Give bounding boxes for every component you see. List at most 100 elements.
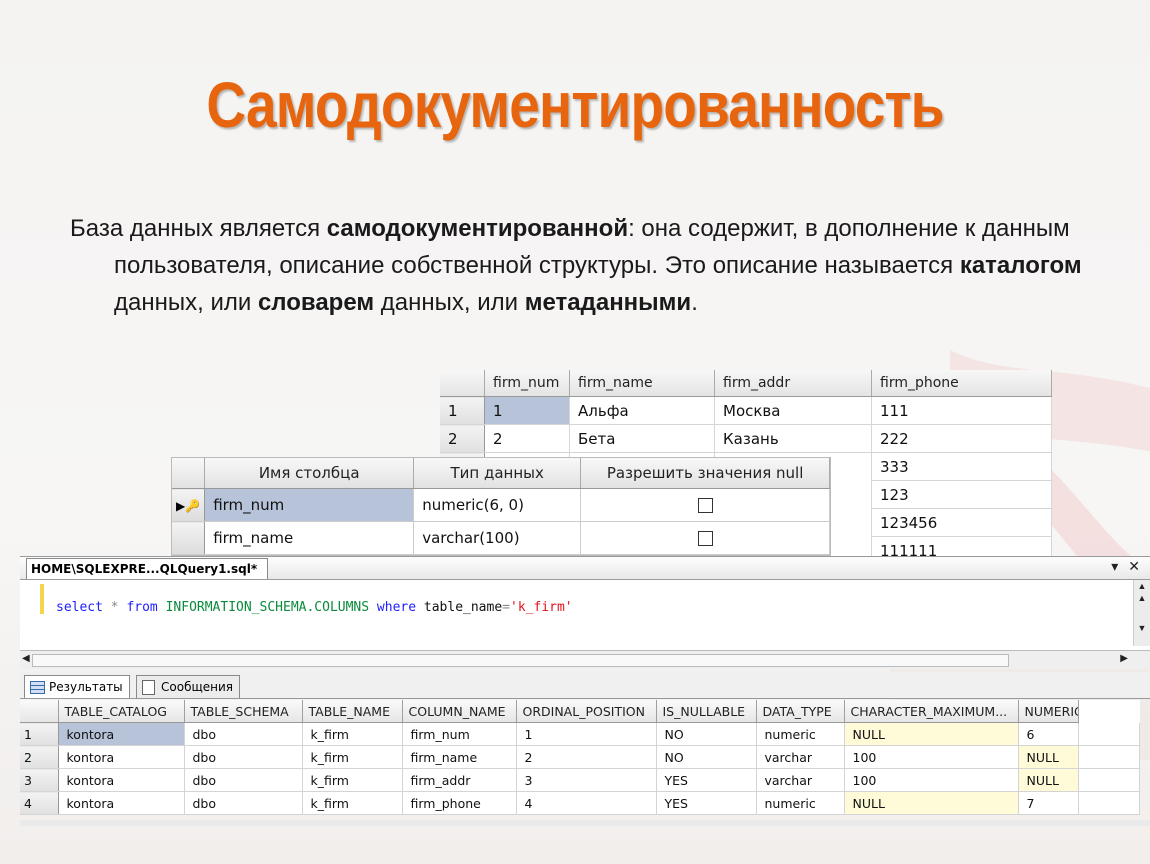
scroll-track[interactable] bbox=[1134, 604, 1150, 622]
grid-cell[interactable]: dbo bbox=[184, 791, 303, 815]
column-header[interactable]: Разрешить значения null bbox=[580, 458, 830, 489]
grid-cell[interactable]: YES bbox=[656, 791, 757, 815]
grid-cell[interactable]: NULL bbox=[844, 791, 1019, 815]
grid-cell[interactable]: 6 bbox=[1018, 722, 1080, 746]
grid-cell[interactable]: NO bbox=[656, 745, 757, 769]
grid-cell[interactable]: dbo bbox=[184, 745, 303, 769]
column-header[interactable]: CHARACTER_MAXIMUM... bbox=[844, 700, 1019, 723]
grid-cell[interactable]: firm_name bbox=[402, 745, 517, 769]
grid-cell[interactable]: 123 bbox=[871, 480, 1052, 509]
grid-cell[interactable]: 1 bbox=[484, 396, 570, 425]
grid-cell[interactable]: 100 bbox=[844, 768, 1019, 792]
designer-row[interactable]: ▶🔑 firm_num numeric(6, 0) bbox=[172, 488, 830, 522]
grid-cell[interactable]: k_firm bbox=[302, 791, 403, 815]
table-row[interactable]: 4 kontora dbo k_firm firm_phone 4 YES numeric NU… bbox=[20, 791, 1140, 815]
grid-cell[interactable]: NULL bbox=[1018, 768, 1080, 792]
allow-null-checkbox[interactable] bbox=[697, 531, 713, 546]
grid-cell[interactable]: Москва bbox=[714, 396, 872, 425]
column-name-cell[interactable]: firm_num bbox=[204, 488, 415, 522]
column-header[interactable]: Тип данных bbox=[413, 458, 582, 489]
grid-cell[interactable]: dbo bbox=[184, 722, 303, 746]
grid-cell[interactable]: Казань bbox=[714, 424, 872, 453]
grid-cell[interactable]: varchar bbox=[756, 768, 845, 792]
grid-cell[interactable]: 222 bbox=[871, 424, 1052, 453]
row-header[interactable]: 1 bbox=[440, 396, 485, 425]
column-header[interactable]: ORDINAL_POSITION bbox=[516, 700, 657, 723]
grid-cell[interactable]: firm_addr bbox=[402, 768, 517, 792]
code-area[interactable]: select * from INFORMATION_SCHEMA.COLUMNS… bbox=[20, 580, 1134, 646]
row-selector[interactable]: ▶🔑 bbox=[172, 488, 206, 522]
tab-results[interactable]: Результаты bbox=[24, 675, 130, 698]
data-type-cell[interactable]: varchar(100) bbox=[413, 521, 582, 555]
grid-cell[interactable]: 3 bbox=[516, 768, 657, 792]
table-row[interactable]: 2 kontora dbo k_firm firm_name 2 NO varchar 100 N… bbox=[20, 745, 1140, 769]
grid-cell[interactable]: 2 bbox=[484, 424, 570, 453]
column-header[interactable]: TABLE_CATALOG bbox=[58, 700, 185, 723]
grid-cell[interactable]: firm_num bbox=[402, 722, 517, 746]
column-header[interactable]: IS_NULLABLE bbox=[656, 700, 757, 723]
scroll-up-icon[interactable]: ▲ bbox=[1134, 592, 1150, 604]
scroll-right-icon[interactable]: ▶ bbox=[1120, 653, 1128, 664]
grid-cell[interactable]: varchar bbox=[756, 745, 845, 769]
vertical-scrollbar[interactable]: ▲ ▲ ▼ bbox=[1133, 580, 1150, 646]
column-header[interactable]: TABLE_SCHEMA bbox=[184, 700, 303, 723]
grid-cell[interactable]: numeric bbox=[756, 791, 845, 815]
grid-cell[interactable]: kontora bbox=[58, 791, 185, 815]
grid-cell[interactable]: 1 bbox=[516, 722, 657, 746]
row-header[interactable]: 4 bbox=[20, 791, 59, 815]
grid-cell[interactable]: 7 bbox=[1018, 791, 1080, 815]
scroll-down-icon[interactable]: ▼ bbox=[1134, 622, 1150, 634]
editor-tab[interactable]: HOME\SQLEXPRE...QLQuery1.sql* bbox=[26, 558, 269, 579]
sql-query-line[interactable]: select * from INFORMATION_SCHEMA.COLUMNS… bbox=[56, 600, 573, 615]
grid-cell[interactable]: firm_phone bbox=[402, 791, 517, 815]
grid-cell[interactable]: numeric bbox=[756, 722, 845, 746]
column-header[interactable]: firm_name bbox=[569, 370, 715, 397]
grid-cell[interactable]: 123456 bbox=[871, 508, 1052, 537]
row-header[interactable]: 1 bbox=[20, 722, 59, 746]
row-header[interactable]: 2 bbox=[440, 424, 485, 453]
grid-cell[interactable]: kontora bbox=[58, 768, 185, 792]
column-header[interactable]: DATA_TYPE bbox=[756, 700, 845, 723]
table-row[interactable]: 1 1 Альфа Москва 111 bbox=[440, 396, 1052, 425]
grid-cell[interactable]: 100 bbox=[844, 745, 1019, 769]
column-header[interactable]: COLUMN_NAME bbox=[402, 700, 517, 723]
scroll-left-icon[interactable]: ◀ bbox=[22, 653, 30, 664]
grid-cell[interactable]: dbo bbox=[184, 768, 303, 792]
grid-cell[interactable]: k_firm bbox=[302, 745, 403, 769]
row-selector[interactable] bbox=[172, 521, 206, 555]
grid-cell[interactable]: k_firm bbox=[302, 768, 403, 792]
grid-cell[interactable]: NULL bbox=[1018, 745, 1080, 769]
row-header[interactable]: 3 bbox=[20, 768, 59, 792]
table-row[interactable]: 2 2 Бета Казань 222 bbox=[440, 424, 1052, 453]
tab-messages[interactable]: Сообщения bbox=[136, 675, 241, 698]
column-header[interactable]: firm_phone bbox=[871, 370, 1052, 397]
column-name-cell[interactable]: firm_name bbox=[204, 521, 415, 555]
column-header[interactable]: TABLE_NAME bbox=[302, 700, 403, 723]
grid-cell[interactable]: 333 bbox=[871, 452, 1052, 481]
column-header[interactable]: firm_num bbox=[484, 370, 570, 397]
grid-cell[interactable]: 111 bbox=[871, 396, 1052, 425]
horizontal-scrollbar[interactable]: ◀ ▶ bbox=[20, 650, 1150, 669]
scroll-top-icon[interactable]: ▲ bbox=[1134, 580, 1150, 592]
allow-null-checkbox[interactable] bbox=[697, 498, 713, 513]
grid-cell[interactable]: k_firm bbox=[302, 722, 403, 746]
designer-row[interactable]: firm_name varchar(100) bbox=[172, 521, 830, 555]
grid-cell[interactable]: NULL bbox=[844, 722, 1019, 746]
column-header[interactable]: Имя столбца bbox=[204, 458, 415, 489]
scroll-thumb[interactable] bbox=[32, 654, 1009, 667]
tab-dropdown-icon[interactable]: ▾ bbox=[1111, 559, 1118, 575]
grid-cell[interactable]: Бета bbox=[569, 424, 715, 453]
table-row[interactable]: 3 kontora dbo k_firm firm_addr 3 YES varchar 100… bbox=[20, 768, 1140, 792]
column-header[interactable]: firm_addr bbox=[714, 370, 872, 397]
column-header[interactable]: NUMERIC_PRECI bbox=[1018, 700, 1080, 723]
grid-cell[interactable]: YES bbox=[656, 768, 757, 792]
row-header[interactable]: 2 bbox=[20, 745, 59, 769]
close-icon[interactable]: ✕ bbox=[1128, 559, 1140, 575]
grid-cell[interactable]: 2 bbox=[516, 745, 657, 769]
grid-cell[interactable]: kontora bbox=[58, 745, 185, 769]
grid-cell[interactable]: Альфа bbox=[569, 396, 715, 425]
grid-cell[interactable]: NO bbox=[656, 722, 757, 746]
data-type-cell[interactable]: numeric(6, 0) bbox=[413, 488, 582, 522]
grid-cell[interactable]: kontora bbox=[58, 722, 185, 746]
table-row[interactable]: 1 kontora dbo k_firm firm_num 1 NO numeric NULL 6 bbox=[20, 722, 1140, 746]
